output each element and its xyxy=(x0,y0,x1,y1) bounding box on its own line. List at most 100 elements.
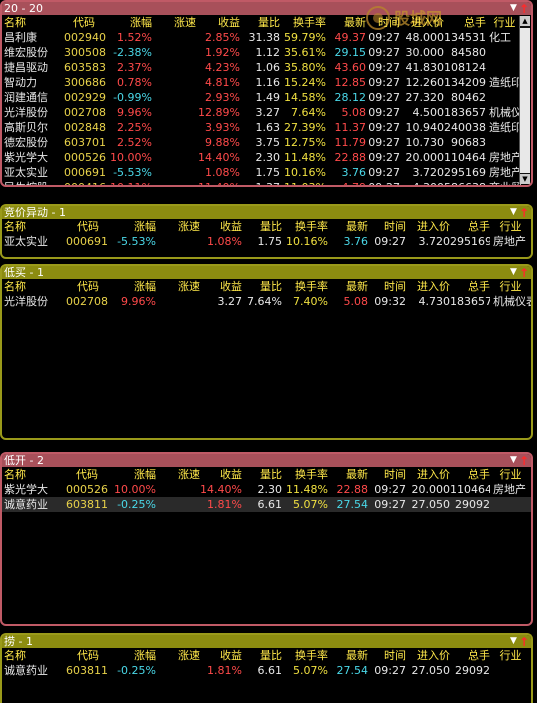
column-header-time[interactable]: 时间 xyxy=(368,648,406,663)
column-header-volratio[interactable]: 量比 xyxy=(242,648,282,663)
panel-titlebar[interactable]: 竞价异动 - 1 ▼ ↑ xyxy=(2,206,531,219)
column-header-speed[interactable]: 涨速 xyxy=(156,648,200,663)
column-header-change[interactable]: 涨幅 xyxy=(112,467,156,482)
column-header-name[interactable]: 名称 xyxy=(2,15,60,30)
column-header-entry[interactable]: 进入价 xyxy=(400,15,444,30)
column-header-volume[interactable]: 总手 xyxy=(450,279,490,294)
column-header-industry[interactable]: 行业 xyxy=(486,15,523,30)
column-header-gain[interactable]: 收益 xyxy=(200,279,242,294)
table-row[interactable]: 润建通信 002929 -0.99% 2.93% 1.49 14.58% 28.12 09:2… xyxy=(2,90,523,105)
column-header-speed[interactable]: 涨速 xyxy=(152,15,196,30)
vertical-scrollbar[interactable]: ▲ ▼ xyxy=(519,16,530,184)
column-header-name[interactable]: 名称 xyxy=(2,279,62,294)
panel-titlebar[interactable]: 20 - 20 ▼ ↑ xyxy=(2,2,531,15)
column-header-gain[interactable]: 收益 xyxy=(200,648,242,663)
cell-time: 09:27 xyxy=(368,106,400,119)
table-row[interactable]: 德宏股份 603701 2.52% 9.88% 3.75 12.75% 11.79 09:27… xyxy=(2,135,523,150)
cell-volratio: 1.06 xyxy=(255,61,281,74)
table-row[interactable]: 维宏股份 300508 -2.38% 1.92% 1.12 35.61% 29.15 09:2… xyxy=(2,45,523,60)
column-header-entry[interactable]: 进入价 xyxy=(406,279,450,294)
column-header-volratio[interactable]: 量比 xyxy=(242,467,282,482)
column-header-time[interactable]: 时间 xyxy=(368,279,406,294)
column-header-code[interactable]: 代码 xyxy=(62,279,114,294)
column-header-volume[interactable]: 总手 xyxy=(444,15,486,30)
column-header-code[interactable]: 代码 xyxy=(62,219,114,234)
column-header-turnover[interactable]: 换手率 xyxy=(282,467,328,482)
column-header-speed[interactable]: 涨速 xyxy=(156,467,200,482)
table-row[interactable]: 亚太实业 000691 -5.53% 1.08% 1.75 10.16% 3.76 09:27… xyxy=(2,234,531,249)
column-header-entry[interactable]: 进入价 xyxy=(406,648,450,663)
cell-change: 2.37% xyxy=(117,61,152,74)
column-header-change[interactable]: 涨幅 xyxy=(114,279,156,294)
column-header-time[interactable]: 时间 xyxy=(368,467,406,482)
column-header-gain[interactable]: 收益 xyxy=(196,15,240,30)
column-header-turnover[interactable]: 换手率 xyxy=(280,15,326,30)
column-header-latest[interactable]: 最新 xyxy=(326,15,366,30)
table-row[interactable]: 光洋股份 002708 9.96% 12.89% 3.27 7.64% 5.08 09:27 4… xyxy=(2,105,523,120)
column-header-volratio[interactable]: 量比 xyxy=(242,219,282,234)
scroll-thumb[interactable] xyxy=(520,28,530,173)
column-header-name[interactable]: 名称 xyxy=(2,219,62,234)
table-row[interactable]: 捷昌驱动 603583 2.37% 4.23% 1.06 35.80% 43.60 09:27… xyxy=(2,60,523,75)
column-header-industry[interactable]: 行业 xyxy=(490,648,531,663)
table-row[interactable]: 光洋股份 002708 9.96% 3.27 7.64% 7.40% 5.08 09:32 4.… xyxy=(2,294,531,309)
scroll-down-icon[interactable]: ▼ xyxy=(520,174,530,184)
dropdown-icon[interactable]: ▼ xyxy=(510,637,517,646)
arrow-up-icon[interactable]: ↑ xyxy=(519,207,529,219)
arrow-up-icon[interactable]: ↑ xyxy=(519,267,529,279)
table-row[interactable]: 诚意药业 603811 -0.25% 1.81% 6.61 5.07% 27.54 09:27… xyxy=(2,663,531,678)
table-row[interactable]: 昌利康 002940 1.52% 2.85% 31.38 59.79% 49.37 09:27… xyxy=(2,30,523,45)
cell-change: -5.53% xyxy=(117,235,156,248)
arrow-up-icon[interactable]: ↑ xyxy=(519,636,529,648)
column-header-change[interactable]: 涨幅 xyxy=(108,15,152,30)
column-header-change[interactable]: 涨幅 xyxy=(114,648,156,663)
column-header-speed[interactable]: 涨速 xyxy=(156,279,200,294)
column-header-volume[interactable]: 总手 xyxy=(450,648,490,663)
column-header-industry[interactable]: 行业 xyxy=(490,219,531,234)
column-header-industry[interactable]: 行业 xyxy=(490,467,531,482)
column-header-latest[interactable]: 最新 xyxy=(328,219,368,234)
column-header-gain[interactable]: 收益 xyxy=(200,219,242,234)
column-header-volume[interactable]: 总手 xyxy=(450,219,490,234)
arrow-up-icon[interactable]: ↑ xyxy=(519,455,529,467)
dropdown-icon[interactable]: ▼ xyxy=(510,456,517,465)
arrow-up-icon[interactable]: ↑ xyxy=(519,3,529,15)
table-row[interactable]: 诚意药业 603811 -0.25% 1.81% 6.61 5.07% 27.54 09:27… xyxy=(2,497,531,512)
column-header-gain[interactable]: 收益 xyxy=(200,467,242,482)
dropdown-icon[interactable]: ▼ xyxy=(510,4,517,13)
column-header-latest[interactable]: 最新 xyxy=(328,467,368,482)
column-header-speed[interactable]: 涨速 xyxy=(156,219,200,234)
column-header-code[interactable]: 代码 xyxy=(62,648,114,663)
panel-titlebar[interactable]: 低买 - 1 ▼ ↑ xyxy=(2,266,531,279)
table-row[interactable]: 紫光学大 000526 10.00% 14.40% 2.30 11.48% 22.88 09:… xyxy=(2,150,523,165)
column-header-latest[interactable]: 最新 xyxy=(328,648,368,663)
column-header-turnover[interactable]: 换手率 xyxy=(282,648,328,663)
column-header-turnover[interactable]: 换手率 xyxy=(282,219,328,234)
column-header-name[interactable]: 名称 xyxy=(2,467,62,482)
column-header-name[interactable]: 名称 xyxy=(2,648,62,663)
column-header-change[interactable]: 涨幅 xyxy=(114,219,156,234)
column-header-turnover[interactable]: 换手率 xyxy=(282,279,328,294)
table-row[interactable]: 紫光学大 000526 10.00% 14.40% 2.30 11.48% 22.88 09:… xyxy=(2,482,531,497)
panel-controls: ▼ ↑ xyxy=(510,206,529,219)
table-row[interactable]: 亚太实业 000691 -5.53% 1.08% 1.75 10.16% 3.76 09:27… xyxy=(2,165,523,180)
column-header-industry[interactable]: 行业 xyxy=(490,279,531,294)
column-header-time[interactable]: 时间 xyxy=(366,15,400,30)
column-header-volume[interactable]: 总手 xyxy=(450,467,490,482)
column-header-code[interactable]: 代码 xyxy=(62,467,112,482)
scroll-up-icon[interactable]: ▲ xyxy=(520,16,530,26)
table-row[interactable]: 高斯贝尔 002848 2.25% 3.93% 1.63 27.39% 11.37 09:27… xyxy=(2,120,523,135)
panel-titlebar[interactable]: 低开 - 2 ▼ ↑ xyxy=(2,454,531,467)
column-header-entry[interactable]: 进入价 xyxy=(406,219,450,234)
dropdown-icon[interactable]: ▼ xyxy=(510,208,517,217)
table-row[interactable]: 民生控股00041610.11% 11.40%1.3711.03%4.7909:2… xyxy=(2,180,523,185)
column-header-entry[interactable]: 进入价 xyxy=(406,467,450,482)
dropdown-icon[interactable]: ▼ xyxy=(510,268,517,277)
panel-titlebar[interactable]: 捞 - 1 ▼ ↑ xyxy=(2,635,531,648)
column-header-latest[interactable]: 最新 xyxy=(328,279,368,294)
column-header-volratio[interactable]: 量比 xyxy=(240,15,280,30)
column-header-code[interactable]: 代码 xyxy=(60,15,108,30)
column-header-time[interactable]: 时间 xyxy=(368,219,406,234)
table-row[interactable]: 智动力 300686 0.78% 4.81% 1.16 15.24% 12.85 09:27 1… xyxy=(2,75,523,90)
column-header-volratio[interactable]: 量比 xyxy=(242,279,282,294)
